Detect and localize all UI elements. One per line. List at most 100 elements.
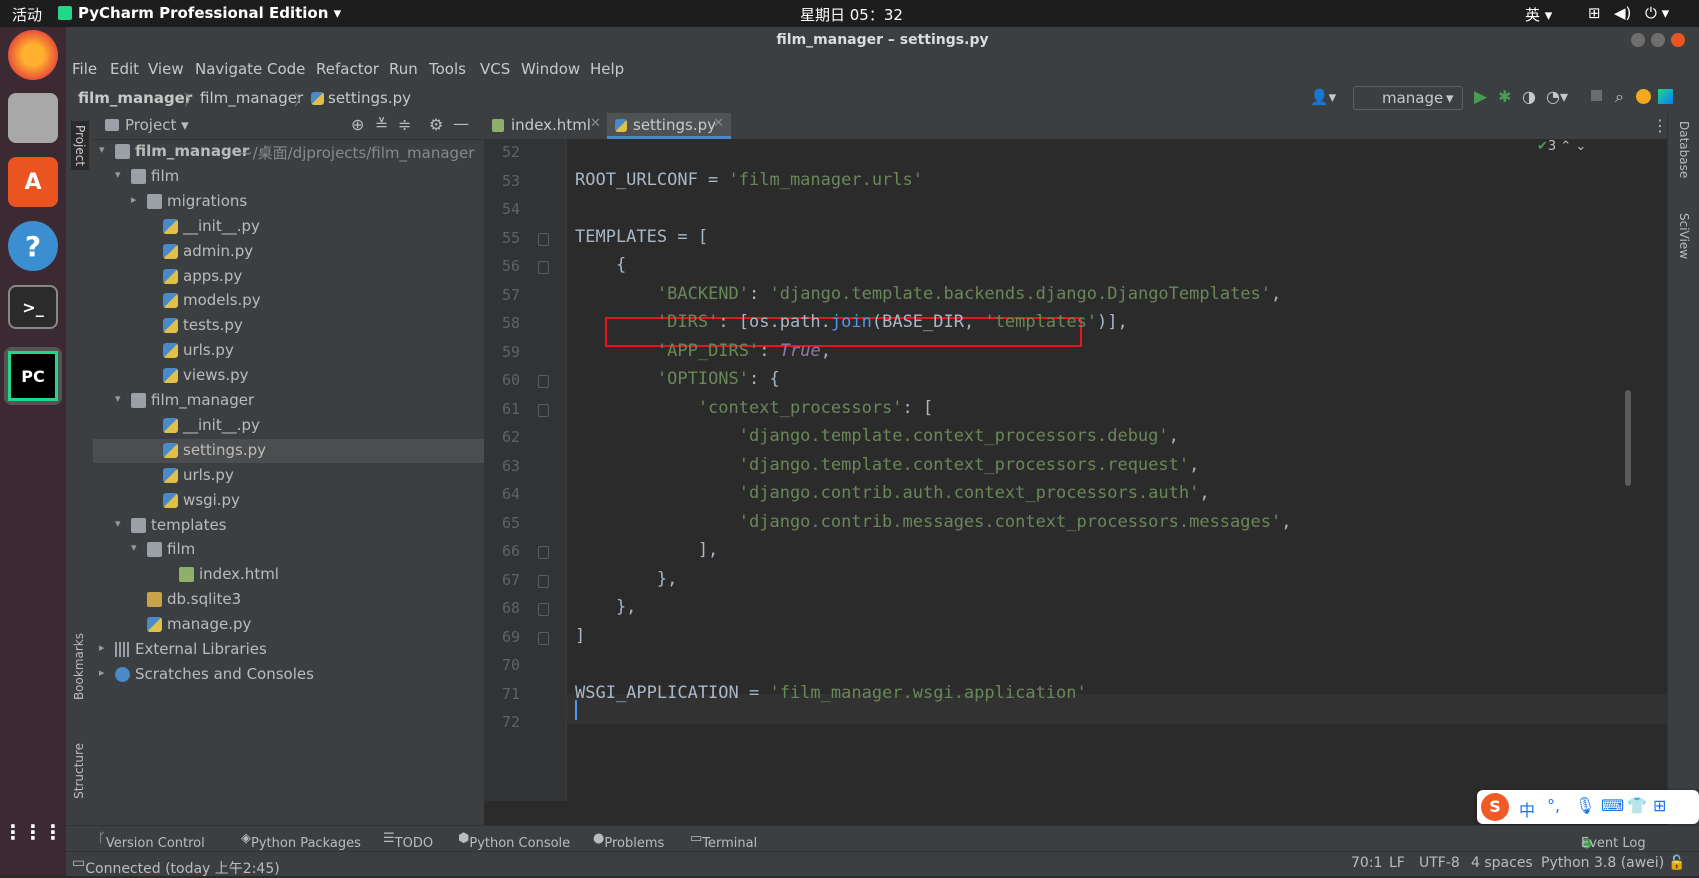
menu-run[interactable]: Run — [389, 60, 418, 78]
tree-item[interactable]: settings.py — [93, 438, 484, 463]
line-number[interactable]: 56 — [484, 257, 520, 275]
tree-item[interactable]: ▾ film — [93, 165, 484, 189]
input-method-indicator[interactable]: 英 ▾ — [1525, 4, 1552, 25]
fold-marker-icon[interactable] — [538, 403, 549, 417]
tree-item[interactable]: apps.py — [93, 265, 484, 289]
line-number[interactable]: 55 — [484, 229, 520, 247]
tree-item[interactable]: tests.py — [93, 314, 484, 338]
locate-file-icon[interactable]: ⊕ — [351, 115, 364, 134]
updates-icon[interactable] — [1636, 89, 1651, 104]
indent-setting[interactable]: 4 spaces — [1471, 855, 1533, 871]
code-line[interactable]: }, — [575, 597, 636, 617]
profile-icon[interactable]: ◔▾ — [1546, 87, 1568, 106]
tree-item[interactable]: urls.py — [93, 339, 484, 363]
ime-mode-toggle[interactable]: 中 — [1519, 797, 1535, 821]
line-number[interactable]: 69 — [484, 628, 520, 646]
chevron-down-icon[interactable]: ▾ — [115, 168, 121, 181]
menu-navigate[interactable]: Navigate — [195, 60, 262, 78]
minimize-button[interactable] — [1631, 33, 1645, 47]
fold-marker-icon[interactable] — [538, 603, 549, 616]
line-number[interactable]: 57 — [484, 286, 520, 304]
line-number[interactable]: 71 — [484, 685, 520, 703]
python-interpreter[interactable]: Python 3.8 (awei) — [1541, 855, 1664, 871]
tree-item[interactable]: admin.py — [93, 240, 484, 264]
tree-item[interactable]: ▸ External Libraries — [93, 638, 484, 662]
close-tab-icon[interactable]: ✕ — [590, 116, 601, 131]
menu-view[interactable]: View — [148, 60, 184, 78]
debug-icon[interactable]: ✱ — [1498, 87, 1511, 106]
lock-icon[interactable]: 🔓 — [1668, 855, 1685, 871]
tree-item[interactable]: ▾ film_manager — [93, 389, 484, 413]
run-config-selector[interactable]: manage ▾ — [1353, 86, 1463, 110]
chevron-right-icon[interactable]: ▸ — [131, 193, 137, 206]
fold-marker-icon[interactable] — [538, 546, 549, 559]
code-line[interactable]: ROOT_URLCONF = 'film_manager.urls' — [575, 170, 923, 190]
chevron-down-icon[interactable]: ▾ — [115, 392, 121, 405]
breadcrumb-project[interactable]: film_manager — [78, 89, 192, 107]
code-line[interactable]: 'DIRS': [os.path.join(BASE_DIR, 'templat… — [575, 312, 1128, 332]
code-line[interactable]: 'BACKEND': 'django.template.backends.dja… — [575, 284, 1281, 304]
tree-item[interactable]: ▸ Scratches and Consoles — [93, 663, 484, 687]
bookmarks-tool-button[interactable]: Bookmarks — [72, 633, 86, 700]
close-tab-icon[interactable]: ✕ — [713, 116, 724, 131]
menu-tools[interactable]: Tools — [429, 60, 466, 78]
tree-item[interactable]: ▸ migrations — [93, 190, 484, 214]
app-menu[interactable]: PyCharm Professional Edition ▾ — [78, 4, 341, 22]
editor-scrollbar[interactable] — [1625, 390, 1631, 486]
tree-item[interactable]: __init__.py — [93, 414, 484, 438]
network-icon[interactable]: ⊞ — [1588, 4, 1601, 22]
breadcrumb-file[interactable]: settings.py — [328, 89, 411, 107]
line-number[interactable]: 54 — [484, 200, 520, 218]
inspection-widget[interactable]: ✔3 ⌃ ⌄ — [1537, 139, 1597, 161]
software-center-icon[interactable]: A — [8, 157, 58, 207]
project-tool-button[interactable]: Project — [71, 121, 89, 171]
line-number[interactable]: 60 — [484, 371, 520, 389]
maximize-button[interactable] — [1651, 33, 1665, 47]
punctuation-icon[interactable]: °, — [1547, 796, 1560, 815]
help-icon[interactable]: ? — [8, 221, 58, 271]
skin-icon[interactable]: 👕 — [1627, 796, 1647, 815]
terminal-icon[interactable]: >_ — [8, 285, 58, 329]
jetbrains-icon[interactable] — [1658, 89, 1673, 104]
problems-tool[interactable]: ● Problems — [593, 831, 664, 851]
tree-item[interactable]: __init__.py — [93, 215, 484, 239]
tab-index-html[interactable]: index.html ✕ — [484, 113, 606, 139]
line-number[interactable]: 72 — [484, 713, 520, 731]
volume-icon[interactable]: ◀) — [1614, 4, 1631, 22]
project-view-selector[interactable]: Project ▾ — [125, 116, 189, 134]
code-editor[interactable]: ✔3 ⌃ ⌄ ROOT_URLCONF = 'film_manager.urls… — [567, 139, 1667, 801]
line-separator[interactable]: LF — [1389, 855, 1405, 871]
menu-refactor[interactable]: Refactor — [316, 60, 379, 78]
chevron-down-icon[interactable]: ▾ — [131, 541, 137, 554]
line-number[interactable]: 62 — [484, 428, 520, 446]
keyboard-icon[interactable]: ⌨ — [1601, 796, 1624, 815]
code-line[interactable]: 'context_processors': [ — [575, 398, 933, 418]
code-line[interactable]: 'OPTIONS': { — [575, 369, 780, 389]
hide-panel-icon[interactable]: — — [453, 114, 469, 133]
user-icon[interactable]: 👤▾ — [1310, 88, 1336, 106]
activities-button[interactable]: 活动 — [12, 4, 42, 25]
caret-position[interactable]: 70:1 — [1351, 855, 1382, 871]
toolbox-icon[interactable]: ⊞ — [1653, 796, 1666, 815]
run-icon[interactable]: ▶ — [1474, 87, 1487, 107]
code-line[interactable]: ] — [575, 626, 585, 646]
chevron-right-icon[interactable]: ▸ — [99, 641, 105, 654]
database-tool-button[interactable]: Database — [1677, 121, 1691, 178]
tree-item[interactable]: ▾ templates — [93, 514, 484, 538]
coverage-icon[interactable]: ◑ — [1522, 87, 1536, 106]
fold-marker-icon[interactable] — [538, 574, 549, 588]
line-number[interactable]: 59 — [484, 343, 520, 361]
menu-file[interactable]: File — [72, 60, 97, 78]
sciview-tool-button[interactable]: SciView — [1677, 213, 1691, 259]
fold-marker-icon[interactable] — [538, 232, 549, 246]
collapse-all-icon[interactable]: ≑ — [398, 115, 411, 134]
power-icon[interactable]: ⏻ ▾ — [1645, 4, 1669, 22]
line-number[interactable]: 61 — [484, 400, 520, 418]
structure-tool-button[interactable]: Structure — [72, 743, 86, 799]
menu-help[interactable]: Help — [590, 60, 624, 78]
tree-item[interactable]: wsgi.py — [93, 489, 484, 513]
tree-item[interactable]: urls.py — [93, 464, 484, 488]
line-number[interactable]: 67 — [484, 571, 520, 589]
tree-item[interactable]: views.py — [93, 364, 484, 388]
file-encoding[interactable]: UTF-8 — [1419, 855, 1460, 871]
